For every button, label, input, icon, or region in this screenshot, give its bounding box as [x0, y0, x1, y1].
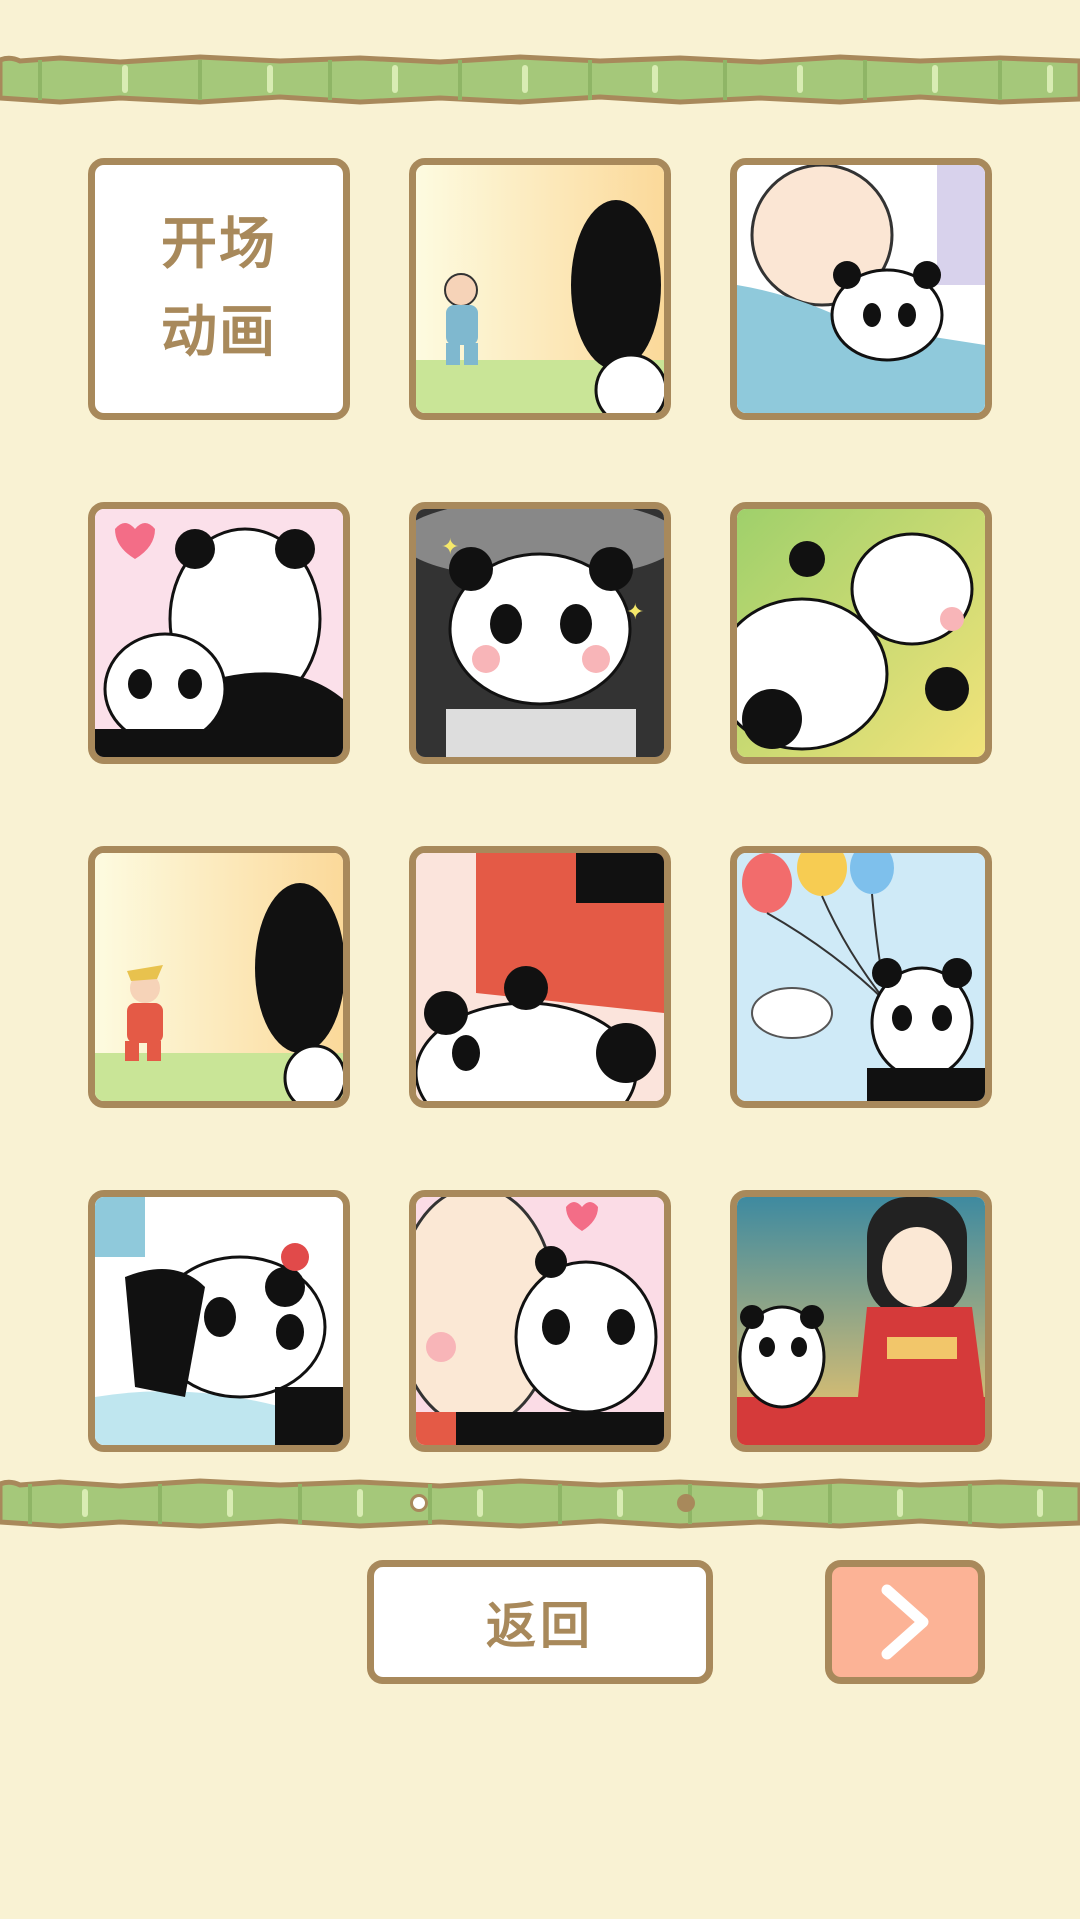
panda-with-kimono-lady-thumbnail	[737, 1197, 985, 1445]
scene-card-7[interactable]	[409, 846, 671, 1108]
panda-crying-thumbnail	[95, 1197, 343, 1445]
next-page-button[interactable]	[825, 1560, 985, 1684]
scene-card-2[interactable]	[730, 158, 992, 420]
two-pandas-lying-thumbnail	[737, 509, 985, 757]
svg-text:✦: ✦	[626, 600, 644, 625]
panda-in-basin-thumbnail: ✦ ✦	[416, 509, 664, 757]
scene-card-9[interactable]	[88, 1190, 350, 1452]
gallery-grid: 开场 动画 ✦ ✦	[88, 158, 992, 1452]
man-in-red-with-panda-thumbnail	[416, 853, 664, 1101]
scene-card-8[interactable]	[730, 846, 992, 1108]
man-in-red-running-thumbnail	[95, 853, 343, 1101]
opening-label-line2: 动画	[161, 300, 277, 365]
panda-parent-and-cub-thumbnail	[95, 509, 343, 757]
top-bamboo-divider	[0, 52, 1080, 106]
panda-with-balloons-thumbnail	[737, 853, 985, 1101]
scene-card-1[interactable]	[409, 158, 671, 420]
scene-card-6[interactable]	[88, 846, 350, 1108]
baby-kissing-panda-thumbnail	[416, 1197, 664, 1445]
gallery-screen: 开场 动画 ✦ ✦ 返回	[0, 0, 1080, 1919]
chevron-right-icon	[881, 1584, 929, 1660]
bottom-bamboo-divider	[0, 1476, 1080, 1530]
scene-card-10[interactable]	[409, 1190, 671, 1452]
grandpa-waving-thumbnail	[416, 165, 664, 413]
back-button[interactable]: 返回	[367, 1560, 713, 1684]
page-dot-2[interactable]	[677, 1494, 695, 1512]
page-dot-1[interactable]	[410, 1494, 428, 1512]
opening-animation-label: 开场 动画	[95, 165, 343, 413]
grandpa-hugging-panda-thumbnail	[737, 165, 985, 413]
svg-text:✦: ✦	[441, 535, 459, 560]
opening-label-line1: 开场	[161, 212, 277, 277]
scene-card-11[interactable]	[730, 1190, 992, 1452]
back-button-label: 返回	[486, 1597, 594, 1655]
scene-card-4[interactable]: ✦ ✦	[409, 502, 671, 764]
scene-card-5[interactable]	[730, 502, 992, 764]
scene-card-3[interactable]	[88, 502, 350, 764]
opening-animation-card[interactable]: 开场 动画	[88, 158, 350, 420]
